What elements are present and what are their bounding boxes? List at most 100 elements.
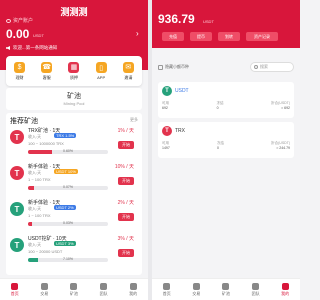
eye-icon[interactable] xyxy=(6,18,11,23)
more-link[interactable]: 更多 xyxy=(130,117,138,123)
asset-values: 可用 1497 冻结 0 折合(USDT) ≈ 244.79 xyxy=(162,141,290,151)
asset-record-button[interactable]: 资产记录 xyxy=(246,32,278,41)
pool-card[interactable]: T 新手体验 · 1天 收入:天 USDT 10% 1 ~ 100 TRX 10… xyxy=(10,163,138,201)
team-icon xyxy=(100,282,108,290)
dollar-icon: $ xyxy=(14,61,26,73)
hide-small-checkbox[interactable]: 隐藏小额币种 xyxy=(158,64,189,70)
asset-name: USDT xyxy=(175,88,189,94)
transfer-button[interactable]: 划转 xyxy=(218,32,240,41)
quick-menu: $ 理财 ☎ 客服 ▦ 质押 ▯ APP ✉ 邀请 xyxy=(6,56,142,86)
start-button[interactable]: 开始 xyxy=(118,249,134,257)
tab-label: 矿池 xyxy=(221,290,230,296)
col-value: 0 xyxy=(216,106,219,110)
start-button[interactable]: 开始 xyxy=(118,213,134,221)
progress-label: 0.07% xyxy=(63,185,73,189)
banner-title: 矿池 xyxy=(67,93,81,100)
col-value: 692 xyxy=(162,106,168,110)
tab-label: 我的 xyxy=(129,290,138,296)
home-icon xyxy=(163,282,171,290)
progress-label: 0.60% xyxy=(63,149,73,153)
start-button[interactable]: 开始 xyxy=(118,177,134,185)
frozen-col: 冻结 0 xyxy=(217,141,224,151)
trade-icon xyxy=(40,282,48,290)
checkbox-box xyxy=(158,64,163,70)
menu-item-app[interactable]: ▯ APP xyxy=(95,62,107,80)
asset-values: 可用 692 冻结 0 折合(USDT) ≈ 692 xyxy=(162,101,290,111)
tab-mine[interactable]: 我的 xyxy=(281,282,290,297)
tab-home[interactable]: 首页 xyxy=(11,282,19,297)
tab-home[interactable]: 首页 xyxy=(162,282,171,297)
bottom-tab-bar: 首页 交易 矿池 团队 我的 xyxy=(152,278,300,300)
tab-team[interactable]: 团队 xyxy=(251,282,260,297)
withdraw-button[interactable]: 提币 xyxy=(190,32,212,41)
home-icon xyxy=(11,282,19,290)
phone-icon: ▯ xyxy=(95,62,107,73)
user-icon xyxy=(129,282,137,290)
gift-icon: ✉ xyxy=(122,61,134,73)
pool-badge: USDT 10% xyxy=(54,169,78,174)
recommended-pools: 推荐矿池 更多 T TRX矿池 · 1天 收入:天 TRX 1.5% 100 ~… xyxy=(6,113,142,275)
tab-label: 团队 xyxy=(251,290,260,296)
menu-label: 邀请 xyxy=(124,74,133,80)
menu-item-invite[interactable]: ✉ 邀请 xyxy=(122,61,134,81)
progress-label: 0.03% xyxy=(63,221,73,225)
pool-card[interactable]: T TRX矿池 · 1天 收入:天 TRX 1.5% 100 ~ 1000000… xyxy=(10,127,138,165)
pool-range: 100 ~ 1000000 TRX xyxy=(28,141,64,146)
menu-label: APP xyxy=(97,75,106,80)
pool-tag: 收入:天 xyxy=(28,134,42,139)
pool-range: 1 ~ 100 TRX xyxy=(28,177,51,182)
menu-label: 客服 xyxy=(42,74,51,80)
tab-trade[interactable]: 交易 xyxy=(40,282,49,297)
asset-actions: 充值 提币 划转 资产记录 xyxy=(162,32,278,41)
equivalent-col: 折合(USDT) ≈ 692 xyxy=(271,101,290,111)
col-value: 1497 xyxy=(162,146,170,150)
banner-subtitle: Mining Pool xyxy=(63,101,85,106)
tab-mine[interactable]: 我的 xyxy=(129,282,138,297)
trx-icon: T xyxy=(10,166,24,180)
asset-card[interactable]: T TRX 可用 1497 冻结 0 折合(USDT) ≈ 244.79 xyxy=(158,122,294,158)
account-label: 资产账户 xyxy=(13,18,34,24)
tab-trade[interactable]: 交易 xyxy=(192,282,201,297)
pool-rate: 1% / 天 xyxy=(117,128,134,134)
pool-card[interactable]: T USDT挖矿 · 10天 收入:天 USDT 3% 100 ~ 20000 … xyxy=(10,235,138,273)
tab-label: 交易 xyxy=(192,290,201,296)
menu-item-staking[interactable]: ▦ 质押 xyxy=(68,61,80,81)
search-input[interactable]: 搜索 xyxy=(250,62,294,72)
section-title: 推荐矿池 xyxy=(10,118,38,125)
equivalent-col: 折合(USDT) ≈ 244.79 xyxy=(271,141,290,151)
home-screen: 测测测 资产账户 0.00 USDT › 欢迎...第一条网站通知 $ 理财 ☎… xyxy=(0,0,148,300)
frozen-col: 冻结 0 xyxy=(217,101,224,111)
pool-rate: 3% / 天 xyxy=(117,236,134,242)
pool-badge: USDT 2% xyxy=(54,205,76,210)
menu-label: 质押 xyxy=(69,74,78,80)
tab-label: 交易 xyxy=(40,290,49,296)
pool-badge: USDT 3% xyxy=(54,241,76,246)
filter-row: 隐藏小额币种 搜索 xyxy=(158,60,294,74)
progress-label: 7.10% xyxy=(63,257,73,261)
vault-icon: ▦ xyxy=(68,61,80,73)
assets-screen: 936.79 USDT 充值 提币 划转 资产记录 隐藏小额币种 搜索 T US… xyxy=(152,0,300,300)
tab-pool[interactable]: 矿池 xyxy=(70,282,78,297)
pool-rate: 10% / 天 xyxy=(114,164,134,170)
asset-card[interactable]: T USDT 可用 692 冻结 0 折合(USDT) ≈ 692 xyxy=(158,82,294,118)
pool-card[interactable]: T 新手体验 · 1天 收入:天 USDT 2% 1 ~ 100 TRX 2% … xyxy=(10,199,138,237)
balance-unit: USDT xyxy=(203,19,214,24)
notice-text: 欢迎...第一条网站通知 xyxy=(13,45,58,50)
tab-label: 首页 xyxy=(162,290,171,296)
pool-tag: 收入:天 xyxy=(28,170,42,175)
start-button[interactable]: 开始 xyxy=(118,141,134,149)
tab-team[interactable]: 团队 xyxy=(100,282,108,297)
deposit-button[interactable]: 充值 xyxy=(162,32,184,41)
notice-bar[interactable]: 欢迎...第一条网站通知 xyxy=(6,45,57,51)
col-value: 0 xyxy=(216,146,219,150)
tab-pool[interactable]: 矿池 xyxy=(221,282,230,297)
chevron-right-icon[interactable]: › xyxy=(136,29,139,38)
mining-pool-banner[interactable]: 矿池 Mining Pool xyxy=(6,88,142,110)
available-col: 可用 692 xyxy=(162,101,169,111)
total-balance: 936.79 xyxy=(158,12,195,26)
menu-item-finance[interactable]: $ 理财 xyxy=(14,61,26,81)
menu-item-support[interactable]: ☎ 客服 xyxy=(41,61,53,81)
headset-icon: ☎ xyxy=(41,61,53,73)
pool-tag: 收入:天 xyxy=(28,242,42,247)
tab-label: 我的 xyxy=(281,290,290,296)
